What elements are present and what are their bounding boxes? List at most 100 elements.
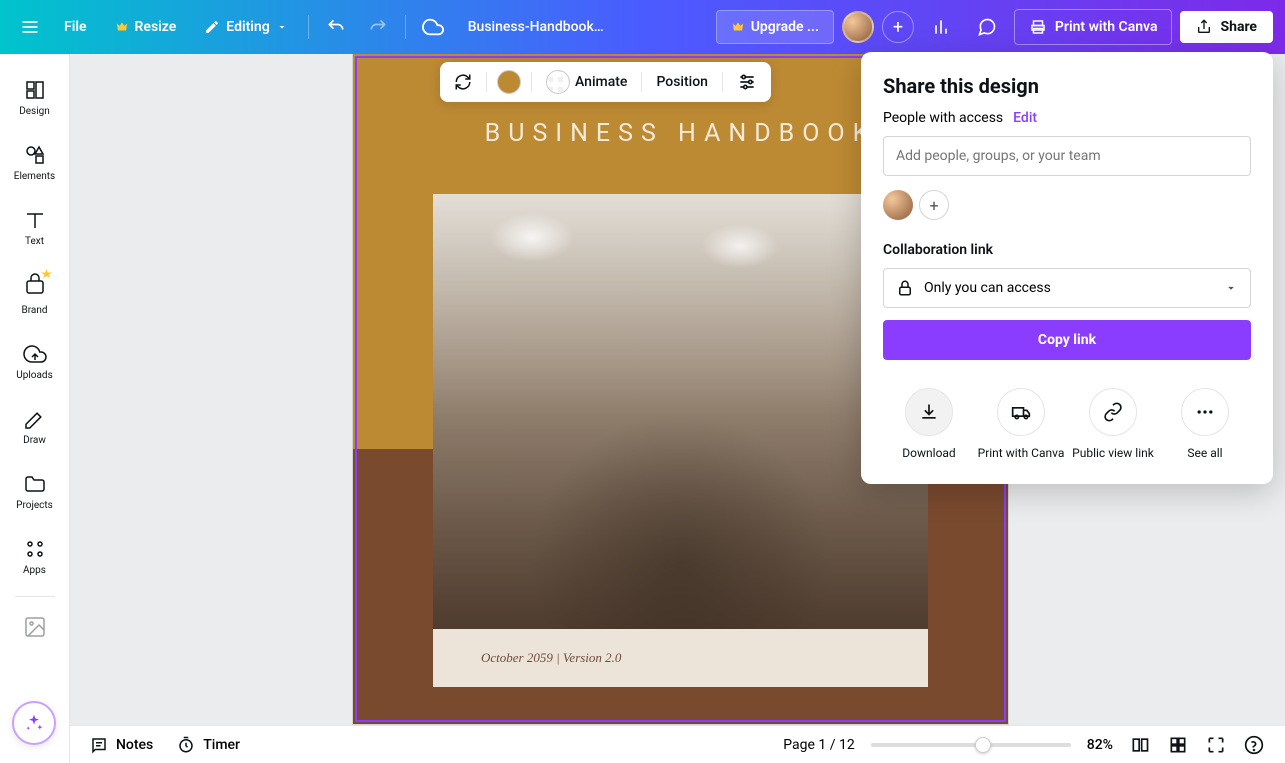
action-label: Public view link [1072,446,1154,462]
sidebar-item-brand[interactable]: Brand [0,261,69,330]
pencil-icon [204,19,220,35]
left-sidebar: Design Elements Text Brand Uploads Draw … [0,54,70,763]
redo-button[interactable] [359,8,397,46]
share-button[interactable]: Share [1180,11,1273,43]
public-link-action[interactable]: Public view link [1068,388,1158,462]
resize-button[interactable]: Resize [103,11,189,43]
cycle-icon [454,73,472,91]
sidebar-item-projects[interactable]: Projects [0,460,69,525]
element-toolbar: Animate Position [440,62,771,102]
bb-left: Notes Timer [90,736,763,754]
collab-subtitle: Collaboration link [883,242,1251,258]
sidebar-item-design[interactable]: Design [0,66,69,131]
undo-button[interactable] [317,8,355,46]
page-indicator[interactable]: Page 1 / 12 [783,737,854,753]
download-icon-wrap [905,388,953,436]
comments-button[interactable] [968,8,1006,46]
toolbar-divider [722,72,723,92]
page-view-icon [1130,735,1150,755]
topbar-divider [308,15,309,39]
select-left: Only you can access [896,279,1051,297]
sidebar-item-text[interactable]: Text [0,196,69,261]
sidebar-item-apps[interactable]: Apps [0,525,69,590]
fill-color-button[interactable] [497,70,521,94]
doc-title[interactable]: Business-Handbook-... [456,19,616,35]
comment-icon [977,17,997,37]
share-panel: Share this design People with access Edi… [861,52,1273,484]
help-button[interactable] [1243,734,1265,756]
magic-button[interactable] [12,701,56,745]
dots-icon [1195,402,1215,422]
toolbar-divider [531,72,532,92]
design-icon [23,78,47,102]
page-caption[interactable]: October 2059 | Version 2.0 [433,629,928,687]
see-all-action[interactable]: See all [1160,388,1250,462]
animate-button[interactable]: Animate [542,66,631,98]
download-action[interactable]: Download [884,388,974,462]
page-view-button[interactable] [1129,734,1151,756]
sidebar-item-photos[interactable] [0,603,69,653]
sparkle-icon [24,713,44,733]
link-access-select[interactable]: Only you can access [883,268,1251,308]
copy-link-button[interactable]: Copy link [883,320,1251,360]
sidebar-item-label: Uploads [16,370,52,381]
main-menu-button[interactable] [12,9,48,45]
notes-label: Notes [116,737,153,753]
zoom-slider[interactable] [871,743,1071,747]
sidebar-item-draw[interactable]: Draw [0,395,69,460]
action-label: Download [902,446,955,462]
topbar: File Resize Editing Business-Handbook-..… [0,0,1285,54]
undo-icon [326,17,346,37]
link-icon [1103,402,1123,422]
cloud-icon [422,16,444,38]
sidebar-item-label: Draw [23,435,46,446]
share-panel-title: Share this design [883,74,1251,98]
chevron-down-icon [276,21,288,33]
help-icon [1244,735,1264,755]
position-label: Position [656,74,708,90]
zoom-value[interactable]: 82% [1087,737,1113,753]
resize-label: Resize [135,19,177,35]
page-hero-image[interactable] [433,194,928,629]
regenerate-button[interactable] [450,69,476,95]
insights-button[interactable] [922,8,960,46]
sidebar-item-label: Brand [21,305,47,316]
brand-icon-wrap [23,273,47,301]
add-collaborator-button[interactable]: + [882,11,914,43]
sidebar-item-label: Elements [14,171,55,182]
timer-button[interactable]: Timer [177,736,240,754]
position-button[interactable]: Position [652,70,712,94]
bb-right: Page 1 / 12 82% [783,734,1265,756]
text-icon [23,208,47,232]
upgrade-button[interactable]: Upgrade ... [716,10,834,44]
sidebar-item-label: Text [25,236,44,247]
fullscreen-icon [1206,735,1226,755]
notes-button[interactable]: Notes [90,736,153,754]
share-actions-row: Download Print with Canva Public view li… [883,388,1251,462]
more-options-button[interactable] [733,68,761,96]
print-action[interactable]: Print with Canva [976,388,1066,462]
grid-view-button[interactable] [1167,734,1189,756]
apps-icon [23,537,47,561]
add-person-button[interactable]: + [919,190,949,220]
topbar-divider [405,15,406,39]
animate-label: Animate [575,74,627,90]
person-avatar[interactable] [883,190,913,220]
sidebar-item-elements[interactable]: Elements [0,131,69,196]
sidebar-item-uploads[interactable]: Uploads [0,330,69,395]
print-with-canva-button[interactable]: Print with Canva [1014,9,1173,45]
user-avatar[interactable] [842,11,874,43]
add-people-input[interactable] [883,136,1251,176]
topbar-left: File Resize Editing Business-Handbook-..… [12,8,708,46]
editing-mode-button[interactable]: Editing [192,11,299,43]
more-icon-wrap [1181,388,1229,436]
file-menu[interactable]: File [52,11,99,43]
zoom-handle[interactable] [975,737,991,753]
sidebar-item-label: Design [19,106,50,117]
crown-icon [731,20,745,34]
grid-icon [1168,735,1188,755]
sidebar-divider [15,596,55,597]
cloud-sync-button[interactable] [414,8,452,46]
edit-access-link[interactable]: Edit [1013,110,1037,126]
fullscreen-button[interactable] [1205,734,1227,756]
